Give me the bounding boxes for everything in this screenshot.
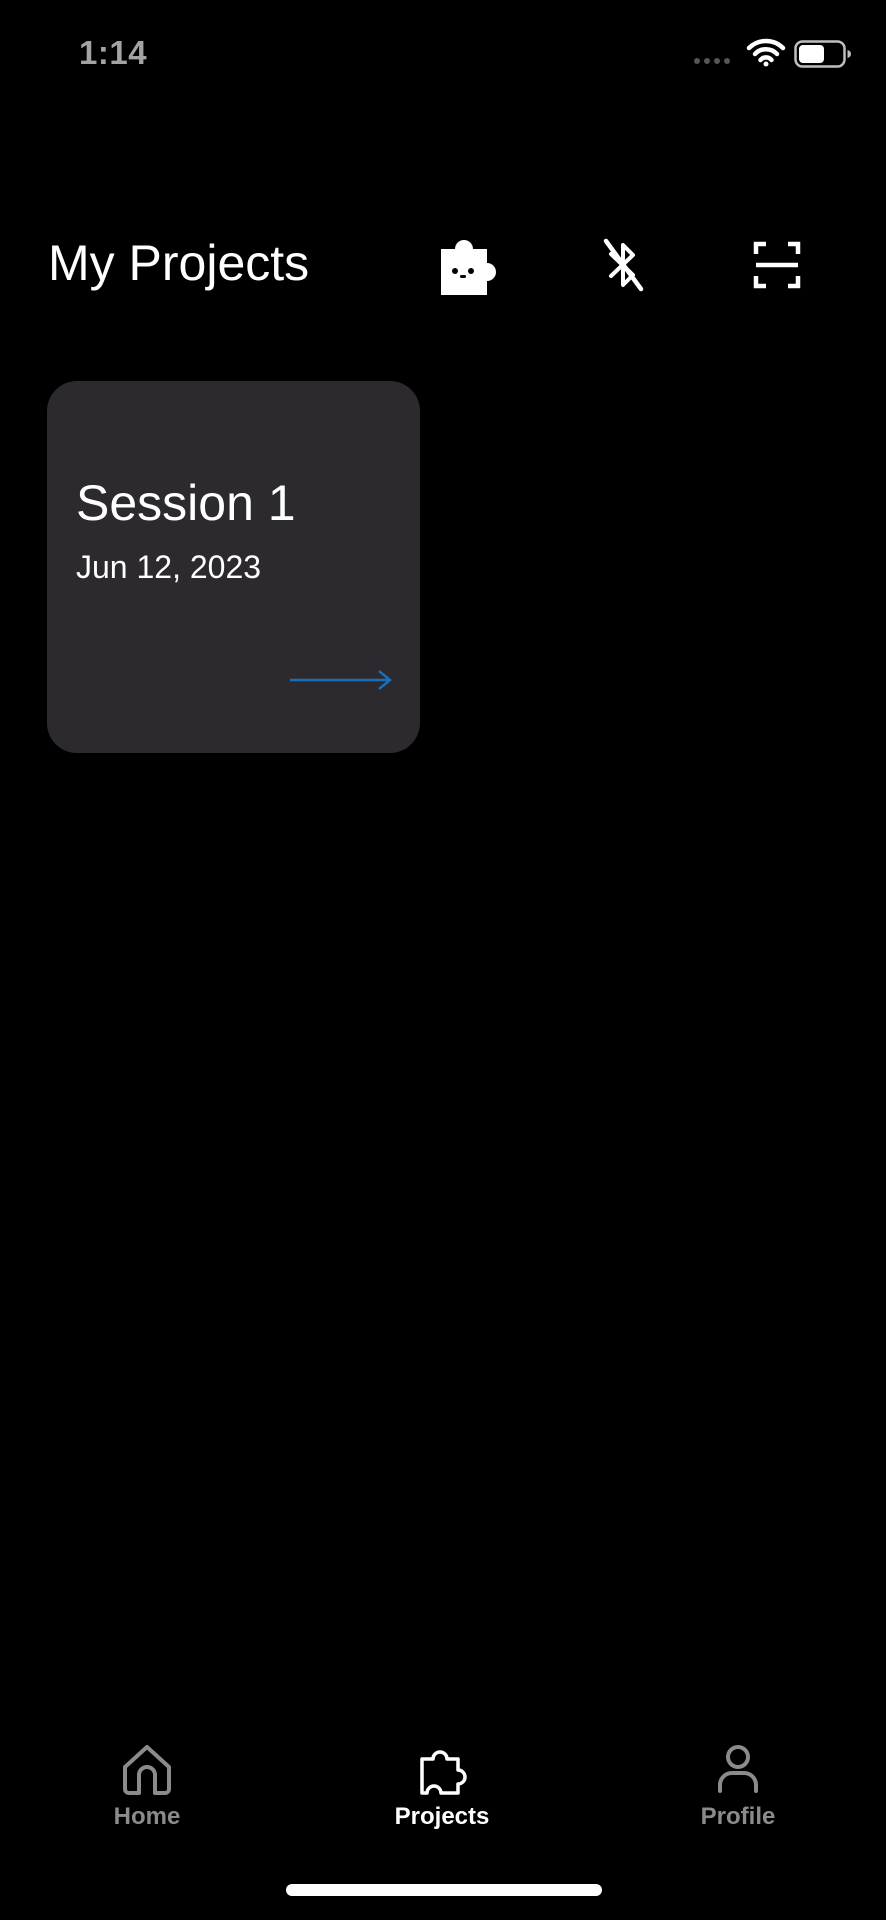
arrow-right-icon[interactable] [288, 668, 394, 692]
bluetooth-button[interactable] [578, 220, 668, 310]
page-title: My Projects [48, 235, 310, 291]
project-card-session-1[interactable]: Session 1 Jun 12, 2023 [47, 381, 420, 753]
tab-label-projects: Projects [394, 1803, 490, 1830]
tab-profile[interactable]: Profile [658, 1730, 818, 1850]
battery-icon [794, 40, 851, 68]
puzzle-face-icon [441, 239, 496, 295]
bluetooth-off-icon [603, 238, 644, 292]
app-root: 1:14 My Projects Session 1 Jun 12, 2023 … [0, 0, 886, 1920]
home-indicator[interactable] [286, 1884, 602, 1896]
project-date: Jun 12, 2023 [76, 549, 262, 585]
status-bar: 1:14 [0, 0, 886, 110]
person-icon [718, 1745, 758, 1793]
cellular-signal-icon [694, 58, 730, 64]
home-icon [123, 1745, 171, 1795]
puzzle-icon [420, 1750, 467, 1795]
status-time: 1:14 [79, 34, 148, 71]
project-title: Session 1 [76, 475, 296, 531]
wifi-icon [746, 38, 786, 67]
page-header: My Projects [0, 220, 886, 310]
tab-home[interactable]: Home [67, 1730, 227, 1850]
scan-frame-icon [753, 241, 801, 289]
puzzle-button[interactable] [424, 220, 514, 310]
tab-projects[interactable]: Projects [362, 1730, 522, 1850]
tab-label-home: Home [113, 1803, 181, 1830]
tab-label-profile: Profile [700, 1803, 776, 1830]
scan-button[interactable] [732, 220, 822, 310]
tab-bar: Home Projects Profile [0, 1730, 886, 1860]
